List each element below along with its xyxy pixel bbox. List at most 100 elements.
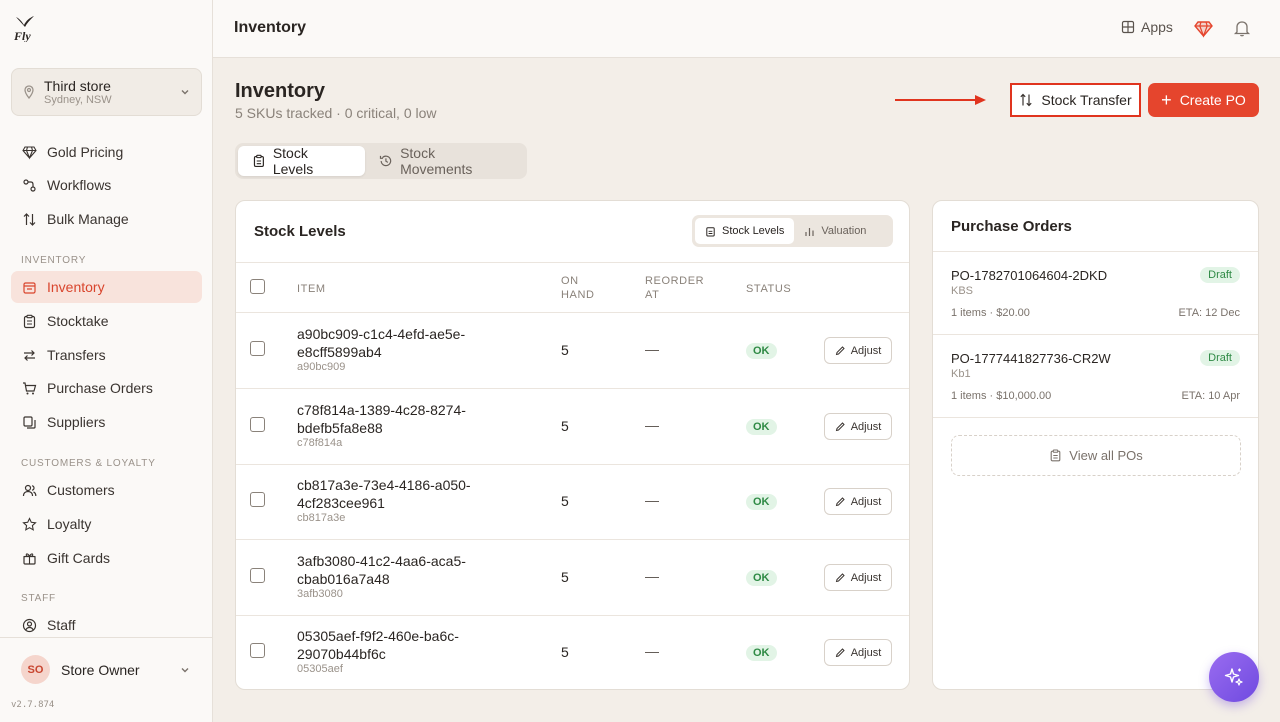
pencil-icon [835, 346, 845, 356]
adjust-button[interactable]: Adjust [824, 488, 892, 515]
logo-text: Fly [14, 29, 31, 42]
reorder-value: — [645, 568, 659, 584]
column-header-line: ON [561, 275, 579, 287]
sidebar-item-gold-pricing[interactable]: Gold Pricing [11, 136, 202, 168]
sidebar-item-bulk-manage[interactable]: Bulk Manage [11, 203, 202, 235]
status-badge: OK [746, 570, 777, 586]
table-row[interactable]: a90bc909-c1c4-4efd-ae5e-e8cff5899ab4 a90… [236, 313, 909, 389]
sidebar-item-suppliers[interactable]: Suppliers [11, 406, 202, 438]
create-po-button[interactable]: + Create PO [1148, 83, 1259, 117]
po-vendor: KBS [951, 285, 974, 297]
on-hand-value: 5 [561, 418, 569, 434]
view-all-pos-button[interactable]: View all POs [951, 435, 1241, 476]
segment-stock-levels[interactable]: Stock Levels [695, 218, 795, 244]
bell-icon[interactable] [1233, 19, 1251, 37]
stock-transfer-label: Stock Transfer [1041, 92, 1132, 108]
po-id: PO-1777441827736-CR2W [951, 351, 1111, 366]
po-list-item[interactable]: PO-1777441827736-CR2W Kb1 Draft 1 items … [933, 335, 1258, 418]
sidebar-item-label: Staff [47, 617, 76, 633]
tab-stock-movements[interactable]: Stock Movements [365, 145, 524, 177]
user-menu[interactable]: SO Store Owner [0, 637, 213, 701]
section-customers-label: CUSTOMERS & LOYALTY [21, 458, 156, 469]
item-name: 3afb3080-41c2-4aa6-aca5-cbab016a7a48 [297, 553, 466, 587]
reorder-value: — [645, 492, 659, 508]
row-checkbox[interactable] [250, 341, 265, 356]
adjust-button[interactable]: Adjust [824, 337, 892, 364]
top-bar: Inventory Apps [213, 0, 1280, 58]
table-header: ITEM ON HAND REORDER AT STATUS [236, 262, 909, 313]
bar-chart-icon [805, 227, 814, 236]
item-name: a90bc909-c1c4-4efd-ae5e-e8cff5899ab4 [297, 326, 466, 360]
view-tabs: Stock Levels Stock Movements [235, 143, 527, 179]
sidebar-item-purchase-orders[interactable]: Purchase Orders [11, 372, 202, 404]
copy-icon [23, 415, 36, 429]
sidebar-item-transfers[interactable]: Transfers [11, 339, 202, 371]
clipboard-icon [1050, 449, 1061, 462]
topbar-title: Inventory [234, 19, 307, 36]
annotation-arrow-icon [895, 95, 986, 105]
apps-button[interactable]: Apps [1121, 19, 1173, 35]
status-badge: OK [746, 645, 777, 661]
column-header-status: STATUS [746, 283, 792, 295]
sidebar-item-label: Stocktake [47, 313, 109, 329]
adjust-label: Adjust [850, 344, 882, 357]
po-card-title: Purchase Orders [951, 218, 1072, 235]
sidebar-item-inventory[interactable]: Inventory [11, 271, 202, 303]
ai-assistant-button[interactable] [1209, 652, 1259, 702]
adjust-button[interactable]: Adjust [824, 639, 892, 666]
view-segmented-control: Stock Levels Valuation [692, 215, 893, 247]
table-row[interactable]: c78f814a-1389-4c28-8274-bdefb5fa8e88 c78… [236, 389, 909, 465]
status-badge: OK [746, 343, 777, 359]
segment-valuation[interactable]: Valuation [794, 218, 876, 244]
purchase-orders-card: Purchase Orders PO-1782701064604-2DKD KB… [932, 200, 1259, 690]
row-checkbox[interactable] [250, 568, 265, 583]
cart-icon [23, 381, 37, 394]
on-hand-value: 5 [561, 569, 569, 585]
po-meta: 1 items · $20.00 [951, 307, 1030, 319]
fly-logo[interactable]: Fly [13, 14, 36, 43]
row-checkbox[interactable] [250, 417, 265, 432]
sidebar-item-customers[interactable]: Customers [11, 474, 202, 506]
item-sku: 3afb3080 [297, 588, 343, 600]
segment-label: Stock Levels [722, 225, 785, 237]
table-row[interactable]: 3afb3080-41c2-4aa6-aca5-cbab016a7a48 3af… [236, 540, 909, 616]
table-row[interactable]: 05305aef-f9f2-460e-ba6c-29070b44bf6c 053… [236, 615, 909, 689]
store-location: Sydney, NSW [44, 93, 112, 106]
sidebar-item-loyalty[interactable]: Loyalty [11, 508, 202, 540]
page-title: Inventory [235, 80, 326, 102]
table-row[interactable]: cb817a3e-73e4-4186-a050-4cf283cee961 cb8… [236, 464, 909, 540]
reorder-value: — [645, 417, 659, 433]
gift-icon [23, 552, 36, 565]
row-checkbox[interactable] [250, 492, 265, 507]
stock-transfer-button[interactable]: Stock Transfer [1010, 83, 1141, 117]
sidebar-item-label: Customers [47, 482, 115, 498]
po-status-badge: Draft [1200, 350, 1240, 366]
sidebar-item-workflows[interactable]: Workflows [11, 169, 202, 201]
history-icon [380, 155, 392, 167]
row-checkbox[interactable] [250, 643, 265, 658]
sidebar-item-gift-cards[interactable]: Gift Cards [11, 542, 202, 574]
chevron-down-icon [181, 667, 189, 672]
clipboard-icon [706, 226, 715, 236]
sidebar: Fly Third store Sydney, NSW Gold Pricing… [0, 0, 213, 722]
pencil-icon [835, 648, 845, 658]
adjust-label: Adjust [850, 571, 882, 584]
po-list-item[interactable]: PO-1782701064604-2DKD KBS Draft 1 items … [933, 252, 1258, 335]
adjust-button[interactable]: Adjust [824, 564, 892, 591]
gem-icon[interactable] [1194, 19, 1213, 38]
tab-label: Stock Levels [272, 145, 314, 177]
sidebar-item-stocktake[interactable]: Stocktake [11, 305, 202, 337]
adjust-button[interactable]: Adjust [824, 413, 892, 440]
sidebar-item-label: Workflows [47, 177, 112, 193]
location-pin-icon [24, 85, 34, 99]
column-header-item: ITEM [297, 283, 326, 295]
section-staff-label: STAFF [21, 593, 56, 604]
select-all-checkbox[interactable] [250, 279, 265, 294]
column-header-line: AT [645, 289, 660, 301]
pencil-icon [835, 497, 845, 507]
store-selector[interactable]: Third store Sydney, NSW [11, 68, 202, 116]
sort-arrows-icon [1020, 93, 1032, 107]
tab-stock-levels[interactable]: Stock Levels [238, 145, 366, 177]
item-sku: c78f814a [297, 437, 343, 449]
pencil-icon [835, 422, 845, 432]
